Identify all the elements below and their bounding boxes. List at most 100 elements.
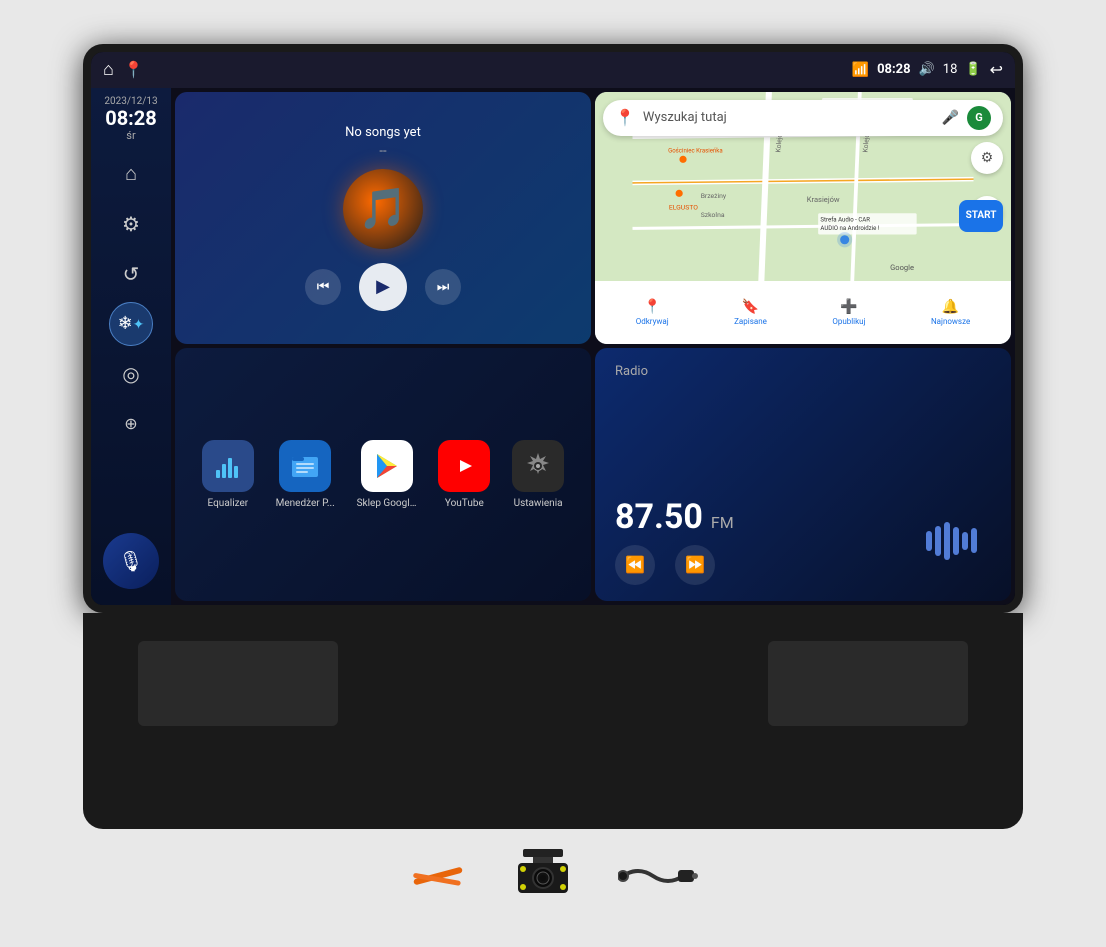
sidebar-btn-freeze[interactable]: ❄ ✦ — [109, 302, 153, 346]
sidebar-btn-location[interactable]: ◎ — [109, 352, 153, 396]
play-pause-button[interactable]: ▶ — [359, 263, 407, 311]
wave-bar-3 — [944, 522, 950, 560]
status-bar: ⌂ 📍 📶 08:28 🔊 18 🔋 ↩ — [91, 52, 1015, 88]
music-no-songs-label: No songs yet — [345, 125, 421, 140]
map-mic-icon[interactable]: 🎤 — [942, 110, 959, 126]
wifi-icon: 📶 — [852, 62, 869, 78]
settings-app-icon-bg — [512, 440, 564, 492]
accessories-row — [408, 849, 698, 904]
back-icon[interactable]: ↩ — [990, 60, 1003, 79]
sidebar-time: 08:28 — [104, 107, 157, 129]
odkrywaj-icon: 📍 — [643, 299, 660, 315]
left-sidebar: 2023/12/13 08:28 śr ⌂ ⚙ ↺ ❄ — [91, 88, 171, 605]
opublikuj-icon: ➕ — [840, 299, 857, 315]
file-manager-icon-bg — [279, 440, 331, 492]
app-settings[interactable]: Ustawienia — [512, 440, 564, 509]
sidebar-btn-settings[interactable]: ⚙ — [109, 202, 153, 246]
sidebar-btn-home[interactable]: ⌂ — [109, 152, 153, 196]
map-nav-opublikuj[interactable]: ➕ Opublikuj — [832, 299, 865, 326]
map-nav-zapisane[interactable]: 🔖 Zapisane — [734, 299, 767, 326]
radio-rewind-button[interactable]: ⏪ — [615, 545, 655, 585]
svg-text:AUDIO na Androidzie !: AUDIO na Androidzie ! — [820, 224, 879, 231]
radio-waveform — [911, 521, 991, 561]
status-time: 08:28 — [877, 62, 911, 77]
radio-freq-row: 87.50 FM — [615, 497, 911, 537]
audio-cable — [618, 856, 698, 896]
odkrywaj-label: Odkrywaj — [636, 317, 669, 326]
music-panel: No songs yet -- 🎵 ⏮ ▶ — [175, 92, 591, 345]
zapisane-icon: 🔖 — [742, 299, 759, 315]
svg-text:●: ● — [674, 184, 684, 203]
wave-bar-6 — [971, 528, 977, 553]
voice-icon: 🎙 — [118, 549, 143, 573]
cable-svg — [618, 856, 698, 896]
music-controls: ⏮ ▶ ⏭ — [305, 263, 461, 311]
radio-frequency: 87.50 — [615, 497, 703, 537]
opublikuj-label: Opublikuj — [832, 317, 865, 326]
battery-level: 18 — [943, 62, 958, 77]
youtube-svg — [448, 454, 480, 478]
svg-text:ELGUSTO: ELGUSTO — [669, 203, 698, 211]
prev-icon: ⏮ — [317, 279, 330, 295]
music-dots: -- — [379, 144, 386, 159]
radio-info: 87.50 FM ⏪ ⏩ — [615, 497, 911, 585]
adjust-icon: ⊕ — [124, 414, 137, 433]
main-content: 2023/12/13 08:28 śr ⌂ ⚙ ↺ ❄ — [91, 88, 1015, 605]
camera-svg — [508, 849, 578, 904]
start-label: START — [966, 210, 997, 221]
radio-band: FM — [711, 513, 734, 532]
radio-forward-button[interactable]: ⏩ — [675, 545, 715, 585]
sidebar-day: śr — [104, 129, 157, 142]
maps-status-icon[interactable]: 📍 — [124, 60, 144, 79]
location-sidebar-icon: ◎ — [122, 362, 139, 386]
panels-area: No songs yet -- 🎵 ⏮ ▶ — [171, 88, 1015, 605]
svg-text:Strefa Audio - CAR: Strefa Audio - CAR — [820, 216, 870, 223]
status-left: ⌂ 📍 — [103, 59, 144, 80]
rewind-icon: ⏪ — [625, 555, 645, 574]
device-wrapper: ⌂ 📍 📶 08:28 🔊 18 🔋 ↩ 2023/1 — [73, 44, 1033, 904]
najnowsze-icon: 🔔 — [942, 299, 959, 315]
wave-bar-4 — [953, 527, 959, 555]
settings-label: Ustawienia — [514, 498, 563, 509]
map-bottom-nav: 📍 Odkrywaj 🔖 Zapisane ➕ Opublikuj — [595, 281, 1011, 344]
map-nav-odkrywaj[interactable]: 📍 Odkrywaj — [636, 299, 669, 326]
radio-content: 87.50 FM ⏪ ⏩ — [615, 497, 991, 585]
wave-bar-1 — [926, 531, 932, 551]
home-sidebar-icon: ⌂ — [125, 161, 137, 186]
map-settings-icon: ⚙ — [981, 150, 994, 166]
radio-controls: ⏪ ⏩ — [615, 545, 911, 585]
app-youtube[interactable]: YouTube — [438, 440, 490, 509]
sidebar-btn-back[interactable]: ↺ — [109, 252, 153, 296]
voice-button[interactable]: 🎙 — [103, 533, 159, 589]
app-equalizer[interactable]: Equalizer — [202, 440, 254, 509]
svg-text:Brzeżiny: Brzeżiny — [701, 192, 727, 200]
prev-track-button[interactable]: ⏮ — [305, 269, 341, 305]
back-sidebar-icon: ↺ — [123, 262, 140, 286]
sidebar-date: 2023/12/13 — [104, 96, 157, 107]
next-icon: ⏭ — [437, 279, 450, 295]
map-search-bar[interactable]: 📍 Wyszukaj tutaj 🎤 G — [603, 100, 1003, 136]
maps-panel: Kolejowa Kolejowa Brzeżiny Szkolna Krasi… — [595, 92, 1011, 345]
svg-text:Krasiejów: Krasiejów — [807, 194, 840, 203]
play-icon: ▶ — [376, 276, 390, 297]
map-start-button[interactable]: START — [959, 200, 1003, 232]
screen-bezel: ⌂ 📍 📶 08:28 🔊 18 🔋 ↩ 2023/1 — [83, 44, 1023, 613]
home-icon[interactable]: ⌂ — [103, 59, 114, 80]
apps-panel: Equalizer — [175, 348, 591, 601]
file-manager-label: Menedżer P... — [276, 498, 335, 509]
music-album-art: 🎵 — [343, 169, 423, 249]
app-file-manager[interactable]: Menedżer P... — [276, 440, 335, 509]
radio-label: Radio — [615, 364, 991, 379]
map-user-avatar[interactable]: G — [967, 106, 991, 130]
najnowsze-label: Najnowsze — [931, 317, 970, 326]
app-play-store[interactable]: Sklep Googl... — [357, 440, 417, 509]
screen-inner: ⌂ 📍 📶 08:28 🔊 18 🔋 ↩ 2023/1 — [91, 52, 1015, 605]
map-nav-najnowsze[interactable]: 🔔 Najnowsze — [931, 299, 970, 326]
sidebar-btn-adjust[interactable]: ⊕ — [109, 402, 153, 446]
settings-svg — [523, 451, 553, 481]
pry-tools — [408, 861, 468, 891]
map-settings-button[interactable]: ⚙ — [971, 142, 1003, 174]
next-track-button[interactable]: ⏭ — [425, 269, 461, 305]
play-store-svg — [371, 450, 403, 482]
battery-icon: 🔋 — [965, 62, 981, 77]
